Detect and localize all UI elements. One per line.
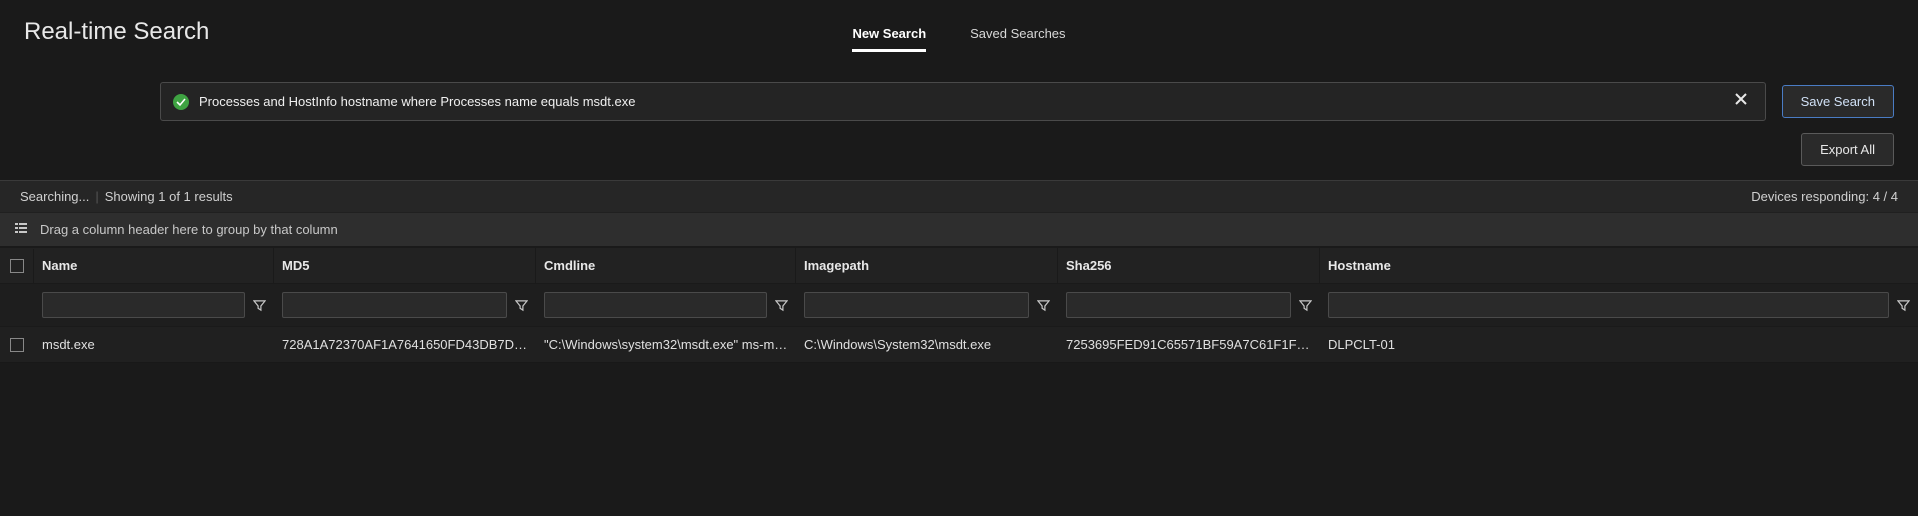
filter-cell-imagepath (796, 292, 1058, 318)
filter-row (0, 284, 1918, 327)
devices-responding: Devices responding: 4 / 4 (1751, 189, 1898, 204)
select-all-checkbox[interactable] (10, 259, 24, 273)
filter-cell-name (34, 292, 274, 318)
row-checkbox-cell (0, 328, 34, 362)
filter-input-md5[interactable] (282, 292, 507, 318)
column-header-hostname[interactable]: Hostname (1320, 248, 1918, 283)
filter-input-name[interactable] (42, 292, 245, 318)
table-header-row: Name MD5 Cmdline Imagepath Sha256 Hostna… (0, 247, 1918, 284)
cell-sha256: 7253695FED91C65571BF59A7C61F1F1C7... (1058, 327, 1320, 362)
check-icon (173, 94, 189, 110)
filter-input-sha256[interactable] (1066, 292, 1291, 318)
tab-new-search[interactable]: New Search (852, 20, 926, 52)
save-search-button[interactable]: Save Search (1782, 85, 1894, 118)
filter-cell-cmdline (536, 292, 796, 318)
status-left: Searching... | Showing 1 of 1 results (20, 189, 233, 204)
table-row[interactable]: msdt.exe 728A1A72370AF1A7641650FD43DB7DB… (0, 327, 1918, 363)
tab-saved-searches[interactable]: Saved Searches (970, 20, 1065, 52)
filter-input-hostname[interactable] (1328, 292, 1889, 318)
column-header-cmdline[interactable]: Cmdline (536, 248, 796, 283)
results-table: Name MD5 Cmdline Imagepath Sha256 Hostna… (0, 247, 1918, 363)
filter-icon[interactable] (515, 299, 528, 312)
export-all-button[interactable]: Export All (1801, 133, 1894, 166)
cell-name: msdt.exe (34, 327, 274, 362)
filter-cell-sha256 (1058, 292, 1320, 318)
cell-md5: 728A1A72370AF1A7641650FD43DB7DBE (274, 327, 536, 362)
column-header-md5[interactable]: MD5 (274, 248, 536, 283)
results-count: Showing 1 of 1 results (105, 189, 233, 204)
filter-icon[interactable] (1037, 299, 1050, 312)
group-icon (14, 221, 28, 238)
clear-search-button[interactable] (1729, 91, 1753, 112)
filter-icon[interactable] (253, 299, 266, 312)
searching-text: Searching... (20, 189, 89, 204)
filter-cell-md5 (274, 292, 536, 318)
search-row: Processes and HostInfo hostname where Pr… (0, 74, 1918, 133)
search-query-text: Processes and HostInfo hostname where Pr… (199, 94, 1719, 109)
group-hint-text: Drag a column header here to group by th… (40, 222, 338, 237)
row-checkbox[interactable] (10, 338, 24, 352)
status-bar: Searching... | Showing 1 of 1 results De… (0, 180, 1918, 213)
filter-cell-hostname (1320, 292, 1918, 318)
group-by-bar[interactable]: Drag a column header here to group by th… (0, 213, 1918, 247)
filter-icon[interactable] (775, 299, 788, 312)
column-header-sha256[interactable]: Sha256 (1058, 248, 1320, 283)
search-input-container[interactable]: Processes and HostInfo hostname where Pr… (160, 82, 1766, 121)
export-row: Export All (0, 133, 1918, 180)
cell-hostname: DLPCLT-01 (1320, 327, 1918, 362)
filter-input-cmdline[interactable] (544, 292, 767, 318)
tabs: New Search Saved Searches (24, 20, 1894, 52)
select-all-cell (0, 249, 34, 283)
status-divider: | (95, 189, 98, 204)
header: Real-time Search New Search Saved Search… (0, 0, 1918, 74)
filter-icon[interactable] (1299, 299, 1312, 312)
cell-imagepath: C:\Windows\System32\msdt.exe (796, 327, 1058, 362)
filter-icon[interactable] (1897, 299, 1910, 312)
column-header-name[interactable]: Name (34, 248, 274, 283)
cell-cmdline: "C:\Windows\system32\msdt.exe" ms-ms... (536, 327, 796, 362)
column-header-imagepath[interactable]: Imagepath (796, 248, 1058, 283)
filter-input-imagepath[interactable] (804, 292, 1029, 318)
